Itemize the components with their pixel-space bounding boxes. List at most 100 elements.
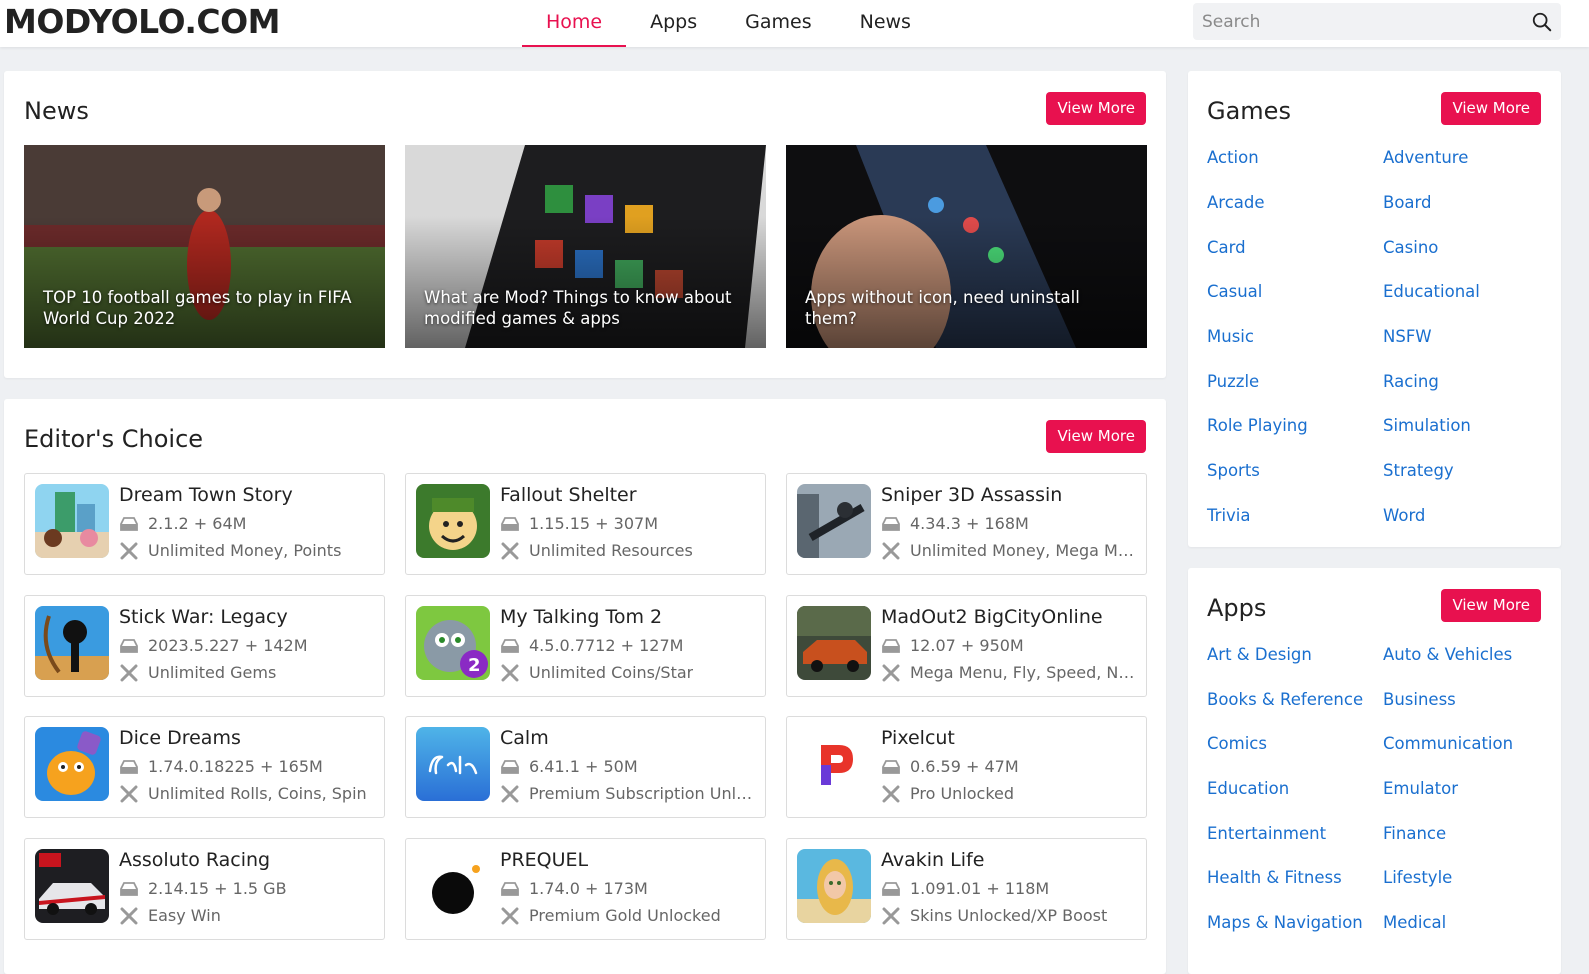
app-icon xyxy=(416,849,490,923)
app-name: My Talking Tom 2 xyxy=(500,606,663,628)
app-mod-info: Mega Menu, Fly, Speed, No ... xyxy=(881,663,1136,682)
app-item-madout2-bigcityonline[interactable]: MadOut2 BigCityOnline 12.07 + 950M Mega … xyxy=(786,595,1147,697)
mod-tools-icon xyxy=(882,664,900,681)
mod-tools-icon xyxy=(501,664,519,681)
version-icon xyxy=(501,881,519,896)
apps-title: Apps xyxy=(1207,594,1267,622)
app-category-education[interactable]: Education xyxy=(1207,779,1289,798)
app-item-avakin-life[interactable]: Avakin Life 1.091.01 + 118M Skins Unlock… xyxy=(786,838,1147,940)
app-category-books-reference[interactable]: Books & Reference xyxy=(1207,690,1363,709)
app-version: 6.41.1 + 50M xyxy=(500,757,638,776)
mod-tools-icon xyxy=(882,542,900,559)
nav-home[interactable]: Home xyxy=(522,0,627,47)
mod-tools-icon xyxy=(120,907,138,924)
game-category-strategy[interactable]: Strategy xyxy=(1383,461,1454,480)
app-item-my-talking-tom-2[interactable]: 2 My Talking Tom 2 4.5.0.7712 + 127M Unl… xyxy=(405,595,766,697)
app-category-finance[interactable]: Finance xyxy=(1383,824,1446,843)
nav-games[interactable]: Games xyxy=(721,0,835,47)
game-category-racing[interactable]: Racing xyxy=(1383,372,1439,391)
game-category-arcade[interactable]: Arcade xyxy=(1207,193,1265,212)
app-mod-info: Unlimited Coins/Star xyxy=(500,663,693,682)
game-category-simulation[interactable]: Simulation xyxy=(1383,416,1471,435)
app-version: 12.07 + 950M xyxy=(881,636,1024,655)
app-category-business[interactable]: Business xyxy=(1383,690,1456,709)
app-item-sniper-3d-assassin[interactable]: Sniper 3D Assassin 4.34.3 + 168M Unlimit… xyxy=(786,473,1147,575)
app-item-assoluto-racing[interactable]: Assoluto Racing 2.14.15 + 1.5 GB Easy Wi… xyxy=(24,838,385,940)
game-category-word[interactable]: Word xyxy=(1383,506,1425,525)
app-icon xyxy=(416,727,490,801)
app-icon xyxy=(35,484,109,558)
app-category-health-fitness[interactable]: Health & Fitness xyxy=(1207,868,1342,887)
news-item[interactable]: TOP 10 football games to play in FIFA Wo… xyxy=(24,145,385,348)
app-item-dream-town-story[interactable]: Dream Town Story 2.1.2 + 64M Unlimited M… xyxy=(24,473,385,575)
app-item-fallout-shelter[interactable]: Fallout Shelter 1.15.15 + 307M Unlimited… xyxy=(405,473,766,575)
app-item-pixelcut[interactable]: Pixelcut 0.6.59 + 47M Pro Unlocked xyxy=(786,716,1147,818)
version-icon xyxy=(120,759,138,774)
nav-news[interactable]: News xyxy=(836,0,935,47)
game-category-sports[interactable]: Sports xyxy=(1207,461,1260,480)
nav-apps[interactable]: Apps xyxy=(626,0,721,47)
app-version: 1.74.0 + 173M xyxy=(500,879,648,898)
app-category-entertainment[interactable]: Entertainment xyxy=(1207,824,1326,843)
editors-choice-view-more-button[interactable]: View More xyxy=(1046,420,1146,453)
mod-tools-icon xyxy=(882,907,900,924)
game-category-nsfw[interactable]: NSFW xyxy=(1383,327,1432,346)
app-name: Avakin Life xyxy=(881,849,985,871)
search-input[interactable] xyxy=(1193,3,1523,40)
game-category-casual[interactable]: Casual xyxy=(1207,282,1262,301)
app-name: Dream Town Story xyxy=(119,484,293,506)
app-category-art-design[interactable]: Art & Design xyxy=(1207,645,1312,664)
main-nav: Home Apps Games News xyxy=(522,0,935,47)
games-categories-section: Games View More Action Adventure Arcade … xyxy=(1188,71,1561,547)
app-version: 1.091.01 + 118M xyxy=(881,879,1049,898)
game-category-educational[interactable]: Educational xyxy=(1383,282,1480,301)
app-name: Stick War: Legacy xyxy=(119,606,288,628)
app-item-prequel[interactable]: PREQUEL 1.74.0 + 173M Premium Gold Unloc… xyxy=(405,838,766,940)
site-logo[interactable]: MODYOLO.COM xyxy=(4,2,280,42)
app-mod-info: Unlimited Money, Mega Me... xyxy=(881,541,1136,560)
game-category-music[interactable]: Music xyxy=(1207,327,1254,346)
app-version: 0.6.59 + 47M xyxy=(881,757,1019,776)
app-category-comics[interactable]: Comics xyxy=(1207,734,1267,753)
app-category-lifestyle[interactable]: Lifestyle xyxy=(1383,868,1452,887)
app-version: 4.5.0.7712 + 127M xyxy=(500,636,683,655)
app-item-dice-dreams[interactable]: Dice Dreams 1.74.0.18225 + 165M Unlimite… xyxy=(24,716,385,818)
app-mod-info: Skins Unlocked/XP Boost xyxy=(881,906,1107,925)
games-view-more-button[interactable]: View More xyxy=(1441,92,1541,125)
editors-choice-title: Editor's Choice xyxy=(24,425,204,453)
game-category-casino[interactable]: Casino xyxy=(1383,238,1438,257)
app-item-calm[interactable]: Calm 6.41.1 + 50M Premium Subscription U… xyxy=(405,716,766,818)
app-category-auto-vehicles[interactable]: Auto & Vehicles xyxy=(1383,645,1512,664)
app-category-medical[interactable]: Medical xyxy=(1383,913,1446,932)
news-view-more-button[interactable]: View More xyxy=(1046,92,1146,125)
app-icon xyxy=(35,849,109,923)
app-category-communication[interactable]: Communication xyxy=(1383,734,1513,753)
app-category-emulator[interactable]: Emulator xyxy=(1383,779,1458,798)
app-version: 1.15.15 + 307M xyxy=(500,514,658,533)
news-section: News View More TOP 10 football games to … xyxy=(4,71,1166,378)
game-category-action[interactable]: Action xyxy=(1207,148,1259,167)
game-category-puzzle[interactable]: Puzzle xyxy=(1207,372,1259,391)
news-item[interactable]: Apps without icon, need uninstall them? xyxy=(786,145,1147,348)
app-icon xyxy=(797,606,871,680)
app-name: PREQUEL xyxy=(500,849,589,871)
version-icon xyxy=(882,759,900,774)
app-mod-info: Easy Win xyxy=(119,906,221,925)
app-category-maps-navigation[interactable]: Maps & Navigation xyxy=(1207,913,1363,932)
app-mod-info: Premium Subscription Unloc... xyxy=(500,784,755,803)
apps-view-more-button[interactable]: View More xyxy=(1441,589,1541,622)
app-name: Pixelcut xyxy=(881,727,955,749)
mod-tools-icon xyxy=(501,542,519,559)
news-item[interactable]: What are Mod? Things to know about modif… xyxy=(405,145,766,348)
app-version: 4.34.3 + 168M xyxy=(881,514,1029,533)
game-category-role-playing[interactable]: Role Playing xyxy=(1207,416,1308,435)
game-category-trivia[interactable]: Trivia xyxy=(1207,506,1250,525)
search-icon[interactable] xyxy=(1531,11,1553,33)
app-item-stick-war-legacy[interactable]: Stick War: Legacy 2023.5.227 + 142M Unli… xyxy=(24,595,385,697)
game-category-board[interactable]: Board xyxy=(1383,193,1432,212)
game-category-card[interactable]: Card xyxy=(1207,238,1246,257)
version-icon xyxy=(882,638,900,653)
news-caption: Apps without icon, need uninstall them? xyxy=(805,288,1080,328)
game-category-adventure[interactable]: Adventure xyxy=(1383,148,1468,167)
search-box xyxy=(1193,3,1561,40)
